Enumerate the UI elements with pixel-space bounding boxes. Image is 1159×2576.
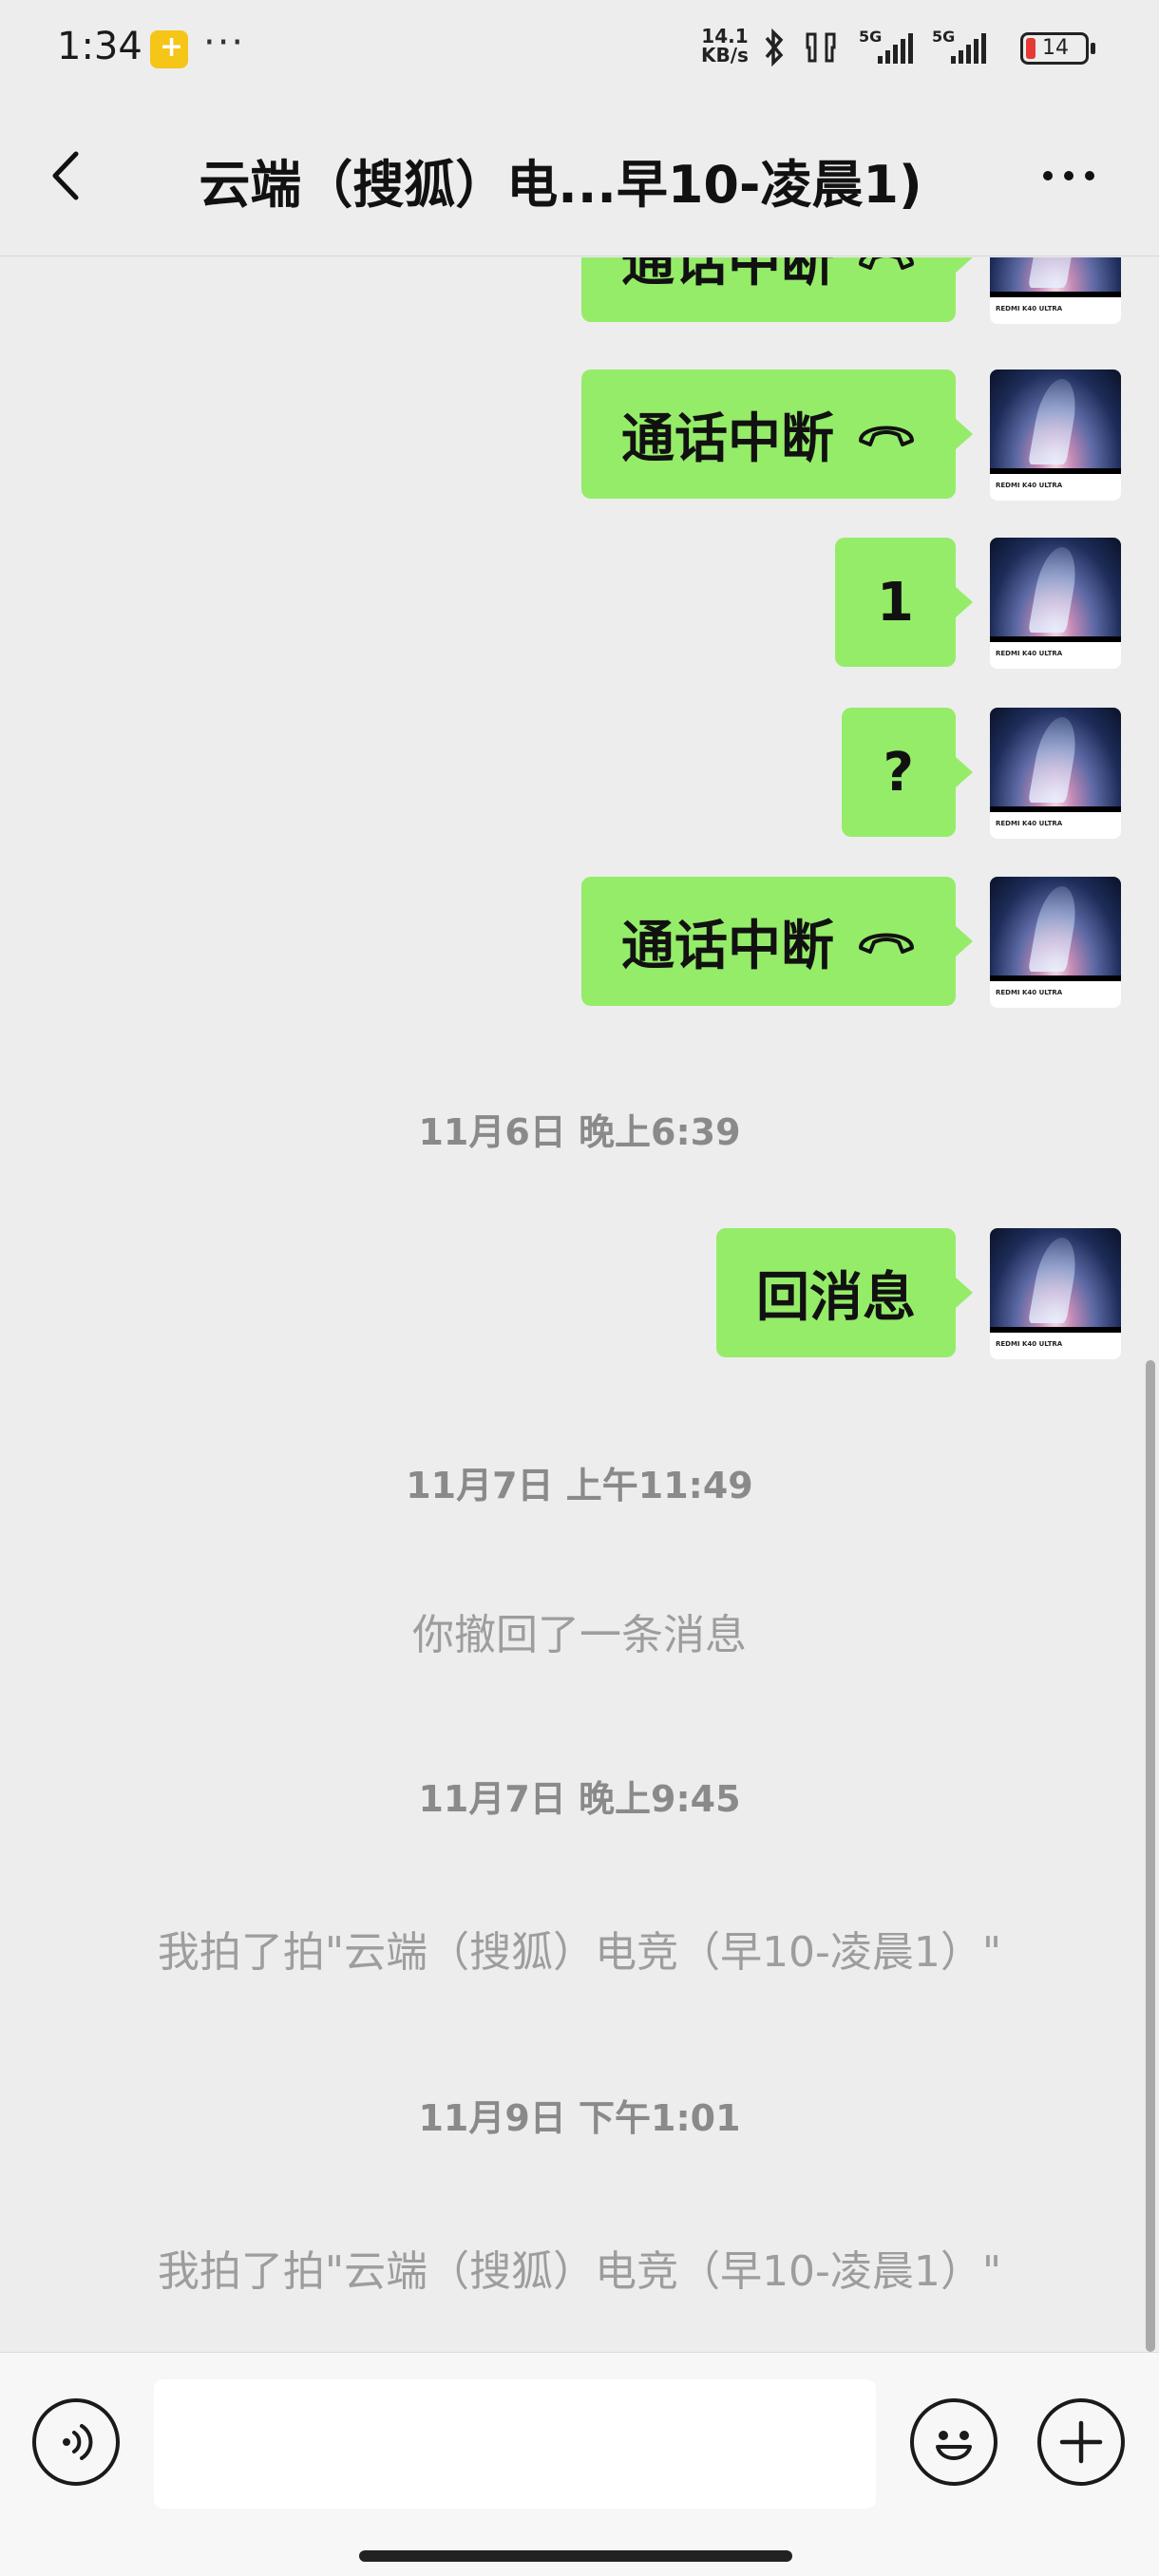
message-input[interactable] bbox=[154, 2379, 876, 2509]
battery-icon: 14 bbox=[1020, 32, 1095, 65]
chat-header: 云端（搜狐）电...早10-凌晨1) bbox=[0, 95, 1159, 256]
system-message: 我拍了拍"云端（搜狐）电竞（早10-凌晨1）" bbox=[157, 2247, 1002, 2296]
hangup-icon bbox=[859, 933, 914, 954]
chat-messages[interactable]: 通话中断 REDMI K40 ULTRA 通话中断 REDMI K40 ULTR… bbox=[0, 257, 1159, 2352]
message-text: 通话中断 bbox=[621, 407, 834, 470]
message-text: 通话中断 bbox=[621, 257, 834, 294]
chat-title: 云端（搜狐）电...早10-凌晨1) bbox=[199, 155, 922, 215]
message-row: 回消息 REDMI K40 ULTRA bbox=[716, 1228, 1121, 1359]
message-bubble[interactable]: 通话中断 bbox=[581, 369, 973, 499]
system-message: 我拍了拍"云端（搜狐）电竞（早10-凌晨1）" bbox=[157, 1928, 1002, 1977]
message-row: 通话中断 REDMI K40 ULTRA bbox=[581, 877, 1121, 1008]
avatar[interactable]: REDMI K40 ULTRA bbox=[990, 538, 1121, 669]
avatar[interactable]: REDMI K40 ULTRA bbox=[990, 1228, 1121, 1359]
message-bubble[interactable]: 回消息 bbox=[716, 1228, 973, 1357]
avatar[interactable]: REDMI K40 ULTRA bbox=[990, 369, 1121, 501]
message-text: 1 bbox=[877, 571, 914, 634]
hangup-icon bbox=[859, 426, 914, 446]
message-row: 1 REDMI K40 ULTRA bbox=[835, 538, 1121, 669]
avatar[interactable]: REDMI K40 ULTRA bbox=[990, 257, 1121, 324]
message-bubble[interactable]: 通话中断 bbox=[581, 257, 973, 322]
signal-type-label: 5G bbox=[859, 28, 883, 46]
notification-dots-icon: ··· bbox=[203, 21, 246, 65]
emoji-button[interactable] bbox=[910, 2398, 998, 2486]
message-row: ? REDMI K40 ULTRA bbox=[841, 708, 1121, 839]
battery-level: 14 bbox=[1042, 36, 1069, 60]
message-row: 通话中断 REDMI K40 ULTRA bbox=[581, 257, 1121, 324]
battery-saver-icon bbox=[150, 30, 188, 68]
voice-icon bbox=[63, 2424, 93, 2460]
network-speed-unit: KB/s bbox=[701, 44, 749, 66]
timestamp: 11月7日 上午11:49 bbox=[406, 1465, 753, 1506]
hangup-icon bbox=[859, 257, 914, 270]
battery-level-fill bbox=[1026, 38, 1036, 59]
message-text: 回消息 bbox=[756, 1266, 916, 1329]
earbuds-icon bbox=[806, 32, 836, 63]
chevron-left-icon bbox=[52, 151, 79, 200]
avatar[interactable]: REDMI K40 ULTRA bbox=[990, 708, 1121, 839]
home-indicator[interactable] bbox=[359, 2550, 792, 2562]
back-button[interactable] bbox=[38, 142, 95, 209]
network-speed-value: 14.1 bbox=[701, 25, 749, 47]
message-text: ? bbox=[883, 741, 914, 804]
bluetooth-icon bbox=[765, 28, 784, 66]
avatar[interactable]: REDMI K40 ULTRA bbox=[990, 877, 1121, 1008]
more-dots-icon bbox=[1043, 171, 1053, 180]
signal-type-label: 5G bbox=[932, 28, 956, 46]
timestamp: 11月9日 下午1:01 bbox=[418, 2097, 741, 2139]
input-bar bbox=[0, 2352, 1159, 2576]
signal-strength-icon: 5G bbox=[859, 28, 913, 64]
voice-button[interactable] bbox=[32, 2398, 120, 2486]
more-options-button[interactable] bbox=[1026, 152, 1112, 199]
timestamp: 11月6日 晚上6:39 bbox=[418, 1111, 741, 1153]
status-icons: 5G 5G bbox=[760, 27, 986, 68]
scrollbar[interactable] bbox=[1146, 1360, 1155, 2352]
message-bubble[interactable]: 1 bbox=[835, 538, 973, 667]
status-time: 1:34 bbox=[57, 25, 142, 68]
system-message: 你撤回了一条消息 bbox=[412, 1611, 747, 1659]
signal-strength-icon: 5G bbox=[932, 28, 986, 64]
plus-icon bbox=[1059, 2420, 1103, 2464]
emoji-icon bbox=[936, 2431, 972, 2460]
message-text: 通话中断 bbox=[621, 915, 834, 977]
plus-button[interactable] bbox=[1037, 2398, 1125, 2486]
message-bubble[interactable]: 通话中断 bbox=[581, 877, 973, 1006]
timestamp: 11月7日 晚上9:45 bbox=[418, 1778, 741, 1820]
message-row: 通话中断 REDMI K40 ULTRA bbox=[581, 369, 1121, 501]
network-speed: 14.1 KB/s bbox=[701, 27, 749, 65]
status-bar: 1:34 ··· 14.1 KB/s 5G 5G 14 bbox=[0, 0, 1159, 95]
message-bubble[interactable]: ? bbox=[841, 708, 974, 837]
